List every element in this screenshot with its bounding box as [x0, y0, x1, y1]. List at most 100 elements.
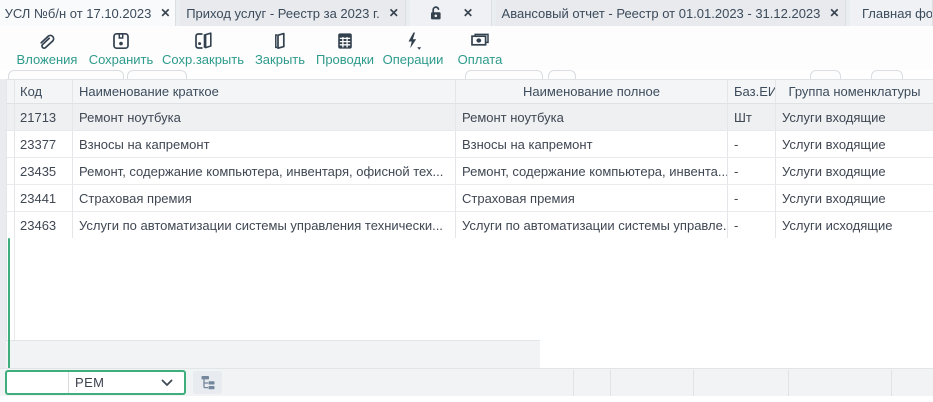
- table-cell[interactable]: 23441: [15, 185, 73, 211]
- column-header-base-unit[interactable]: Баз.ЕИ: [728, 80, 776, 103]
- nomenclature-table: Код Наименование краткое Наименование по…: [6, 79, 933, 239]
- tab-prihod-uslug[interactable]: Приход услуг - Реестр за 2023 г. ✕: [180, 0, 406, 26]
- table-empty-area: [6, 238, 933, 340]
- combobox-code-section[interactable]: [7, 372, 69, 393]
- tab-usl-document[interactable]: УСЛ №б/н от 17.10.2023 ✕: [0, 0, 176, 26]
- column-header-short-name[interactable]: Наименование краткое: [73, 80, 456, 103]
- save-close-button[interactable]: Сохр.закрыть: [160, 30, 246, 70]
- table-cell[interactable]: Услуги входящие: [776, 131, 933, 157]
- filter-footer-bar: РЕМ: [0, 368, 933, 396]
- toolbar-button-label: Сохранить: [89, 52, 154, 68]
- table-cell[interactable]: Взносы на капремонт: [73, 131, 456, 157]
- table-cell[interactable]: Шт: [728, 104, 776, 130]
- table-cell[interactable]: Ремонт, содержание компьютера, инвента..…: [456, 158, 728, 184]
- table-cell[interactable]: 23463: [15, 212, 73, 238]
- table-cell[interactable]: Страховая премия: [73, 185, 456, 211]
- tab-locked[interactable]: ✕: [410, 0, 492, 26]
- table-cell[interactable]: Услуги исходящие: [776, 212, 933, 238]
- tab-bar: УСЛ №б/н от 17.10.2023 ✕ Приход услуг - …: [0, 0, 933, 26]
- table-row[interactable]: 23441Страховая премияСтраховая премия-Ус…: [7, 185, 933, 212]
- calculator-icon: [335, 30, 355, 52]
- row-marker-header: [7, 80, 15, 103]
- table-header-row: Код Наименование краткое Наименование по…: [7, 80, 933, 104]
- hidden-element-peek: [548, 70, 576, 79]
- table-cell[interactable]: Ремонт, содержание компьютера, инвентаря…: [73, 158, 456, 184]
- row-marker[interactable]: [7, 185, 15, 211]
- save-close-icon: [193, 30, 214, 52]
- tab-glavnaya-forma[interactable]: Главная форм: [850, 0, 933, 26]
- payment-button[interactable]: Оплата: [449, 30, 511, 70]
- toolbar-button-label: Оплата: [458, 52, 503, 68]
- unlock-icon: [428, 5, 443, 21]
- column-header-code[interactable]: Код: [15, 80, 73, 103]
- toolbar-button-label: Операции: [383, 52, 444, 68]
- attachments-button[interactable]: Вложения: [8, 30, 86, 70]
- table-cell[interactable]: Услуги по автоматизации системы управле.…: [456, 212, 728, 238]
- table-cell[interactable]: 21713: [15, 104, 73, 130]
- toolbar: Вложения Сохранить Сохр.з: [0, 26, 933, 70]
- table-cell[interactable]: 23377: [15, 131, 73, 157]
- table-body: 21713Ремонт ноутбукаРемонт ноутбукаШтУсл…: [7, 104, 933, 239]
- tab-label: Авансовый отчет - Реестр от 01.01.2023 -…: [502, 6, 821, 21]
- table-cell[interactable]: Ремонт ноутбука: [73, 104, 456, 130]
- footer-cell-divider: [610, 370, 611, 396]
- column-header-group[interactable]: Группа номенклатуры: [776, 80, 933, 103]
- table-cell[interactable]: Услуги входящие: [776, 104, 933, 130]
- hidden-element-peek: [8, 70, 124, 79]
- marker-column-line: [14, 238, 15, 340]
- table-cell[interactable]: Услуги входящие: [776, 185, 933, 211]
- chevron-down-icon: [417, 47, 421, 50]
- combobox-value[interactable]: РЕМ: [69, 375, 161, 390]
- table-row[interactable]: 23377Взносы на капремонтВзносы на капрем…: [7, 131, 933, 158]
- table-cell[interactable]: -: [728, 212, 776, 238]
- row-marker[interactable]: [7, 212, 15, 238]
- hierarchy-icon: [200, 375, 216, 390]
- table-row[interactable]: 23463Услуги по автоматизации системы упр…: [7, 212, 933, 239]
- filter-combobox[interactable]: РЕМ: [5, 370, 186, 395]
- save-icon: [111, 30, 131, 52]
- row-marker[interactable]: [7, 131, 15, 157]
- save-button[interactable]: Сохранить: [84, 30, 158, 70]
- table-cell[interactable]: Услуги по автоматизации системы управлен…: [73, 212, 456, 238]
- column-header-full-name[interactable]: Наименование полное: [456, 80, 728, 103]
- tab-label: УСЛ №б/н от 17.10.2023: [5, 6, 152, 21]
- hidden-element-peek: [871, 70, 903, 79]
- toolbar-button-label: Закрыть: [255, 52, 305, 68]
- row-marker[interactable]: [7, 158, 15, 184]
- close-button[interactable]: Закрыть: [250, 30, 310, 70]
- chevron-down-icon[interactable]: [161, 379, 184, 387]
- dropdown-footer-strip: [6, 340, 540, 368]
- close-icon[interactable]: ✕: [829, 7, 839, 19]
- table-cell[interactable]: -: [728, 185, 776, 211]
- close-icon[interactable]: ✕: [389, 7, 399, 19]
- dropdown-focus-edge: [8, 238, 10, 370]
- table-row[interactable]: 23435Ремонт, содержание компьютера, инве…: [7, 158, 933, 185]
- toolbar-button-label: Вложения: [17, 52, 78, 68]
- table-cell[interactable]: Ремонт ноутбука: [456, 104, 728, 130]
- table-cell[interactable]: Услуги входящие: [776, 158, 933, 184]
- footer-cell-divider: [693, 370, 694, 396]
- close-door-icon: [270, 30, 290, 52]
- payment-icon: [469, 30, 491, 52]
- postings-button[interactable]: Проводки: [313, 30, 377, 70]
- hierarchy-button[interactable]: [193, 371, 222, 394]
- footer-cell-divider: [891, 370, 892, 396]
- close-icon[interactable]: ✕: [463, 7, 473, 19]
- hidden-element-peek: [127, 70, 187, 79]
- table-cell[interactable]: Страховая премия: [456, 185, 728, 211]
- bottom-margin: [0, 396, 933, 402]
- table-cell[interactable]: -: [728, 131, 776, 157]
- row-marker[interactable]: [7, 104, 15, 130]
- table-cell[interactable]: -: [728, 158, 776, 184]
- hidden-element-peek: [465, 70, 543, 79]
- toolbar-button-label: Проводки: [316, 52, 374, 68]
- tab-label: Главная форм: [862, 6, 933, 21]
- table-cell[interactable]: 23435: [15, 158, 73, 184]
- tab-label: Приход услуг - Реестр за 2023 г.: [186, 6, 380, 21]
- operations-button[interactable]: Операции: [380, 30, 446, 70]
- app-window: УСЛ №б/н от 17.10.2023 ✕ Приход услуг - …: [0, 0, 933, 402]
- table-row[interactable]: 21713Ремонт ноутбукаРемонт ноутбукаШтУсл…: [7, 104, 933, 131]
- table-cell[interactable]: Взносы на капремонт: [456, 131, 728, 157]
- close-icon[interactable]: ✕: [160, 7, 170, 19]
- tab-avansovyi-otchet[interactable]: Авансовый отчет - Реестр от 01.01.2023 -…: [496, 0, 846, 26]
